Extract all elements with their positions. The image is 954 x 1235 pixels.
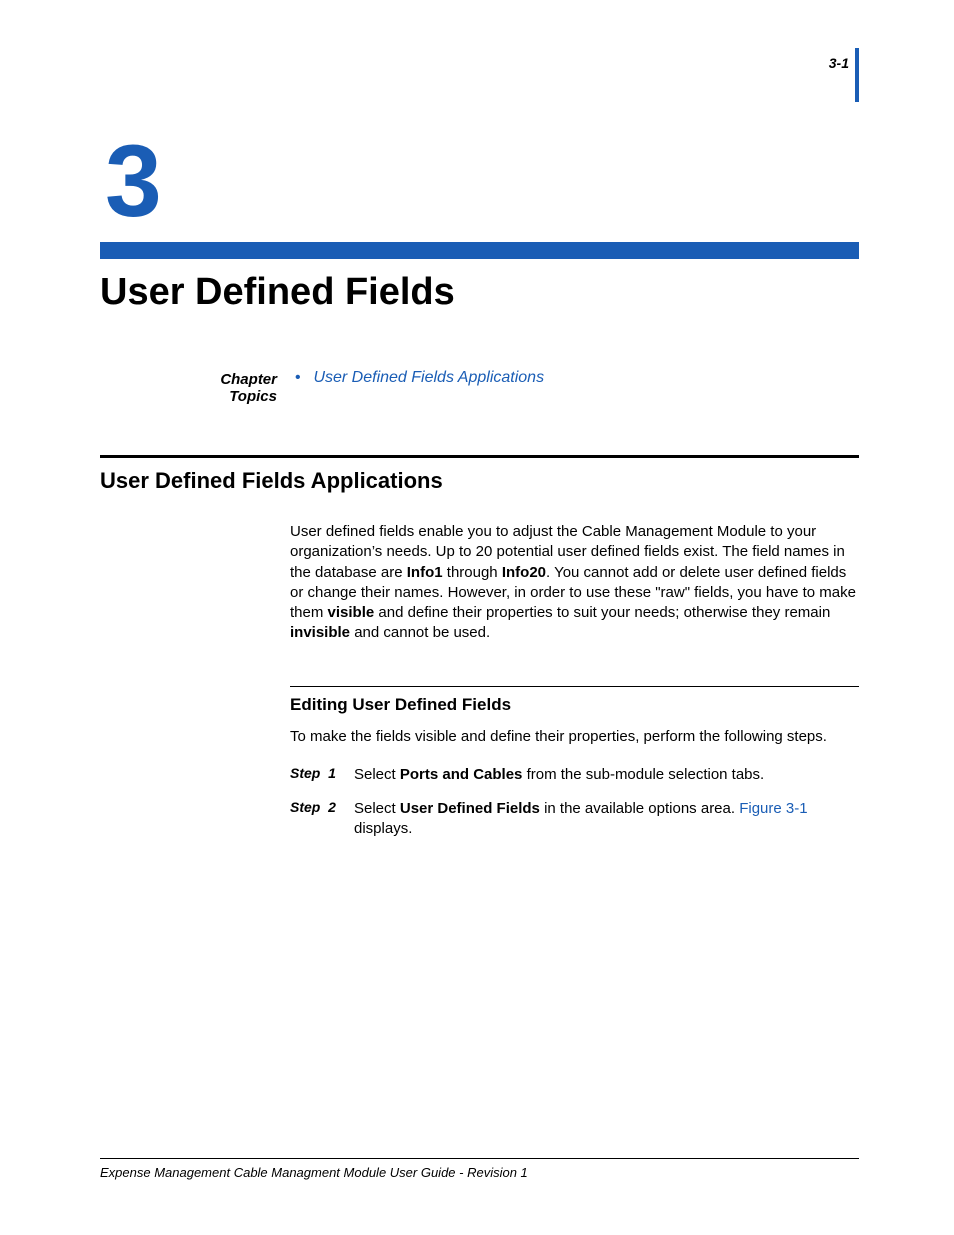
text: from the sub-module selection tabs. (522, 766, 764, 783)
topic-link-user-defined-fields-applications[interactable]: User Defined Fields Applications (313, 369, 544, 386)
step-label: Step 1 (290, 765, 354, 781)
text: and cannot be used. (350, 624, 490, 641)
footer-text: Expense Management Cable Managment Modul… (100, 1165, 859, 1180)
subsection-heading: Editing User Defined Fields (290, 695, 859, 715)
text: through (443, 564, 502, 581)
subsection-intro: To make the fields visible and define th… (290, 727, 859, 747)
step-bold: Ports and Cables (400, 766, 523, 783)
chapter-title: User Defined Fields (100, 271, 859, 314)
bullet-icon: • (295, 369, 309, 387)
text: in the available options area. (540, 800, 739, 817)
bold-visible: visible (328, 604, 375, 621)
bold-info20: Info20 (502, 564, 546, 581)
page-number: 3-1 (829, 55, 859, 71)
step-bold: User Defined Fields (400, 800, 540, 817)
steps-list: Step 1 Select Ports and Cables from the … (290, 765, 859, 840)
intro-paragraph: User defined fields enable you to adjust… (290, 522, 859, 644)
bold-info1: Info1 (407, 564, 443, 581)
text: Select (354, 800, 400, 817)
chapter-topics-label: Chapter Topics (180, 369, 295, 405)
bold-invisible: invisible (290, 624, 350, 641)
text: displays. (354, 820, 412, 837)
footer-rule (100, 1158, 859, 1159)
text: Select (354, 766, 400, 783)
step-row: Step 1 Select Ports and Cables from the … (290, 765, 859, 785)
chapter-number: 3 (105, 130, 859, 232)
text: and define their properties to suit your… (374, 604, 830, 621)
chapter-bar (100, 242, 859, 259)
chapter-topics: Chapter Topics • User Defined Fields App… (180, 369, 859, 405)
step-body: Select Ports and Cables from the sub-mod… (354, 765, 764, 785)
page-footer: Expense Management Cable Managment Modul… (100, 1158, 859, 1180)
step-body: Select User Defined Fields in the availa… (354, 799, 859, 840)
figure-link[interactable]: Figure 3-1 (739, 800, 807, 817)
chapter-topics-list: • User Defined Fields Applications (295, 369, 544, 387)
section-rule (100, 455, 859, 458)
step-row: Step 2 Select User Defined Fields in the… (290, 799, 859, 840)
page: 3-1 3 User Defined Fields Chapter Topics… (0, 0, 954, 1235)
section-heading: User Defined Fields Applications (100, 468, 859, 494)
subsection-rule (290, 686, 859, 687)
step-label: Step 2 (290, 799, 354, 815)
page-header: 3-1 (829, 55, 859, 73)
section-body: User defined fields enable you to adjust… (290, 522, 859, 840)
